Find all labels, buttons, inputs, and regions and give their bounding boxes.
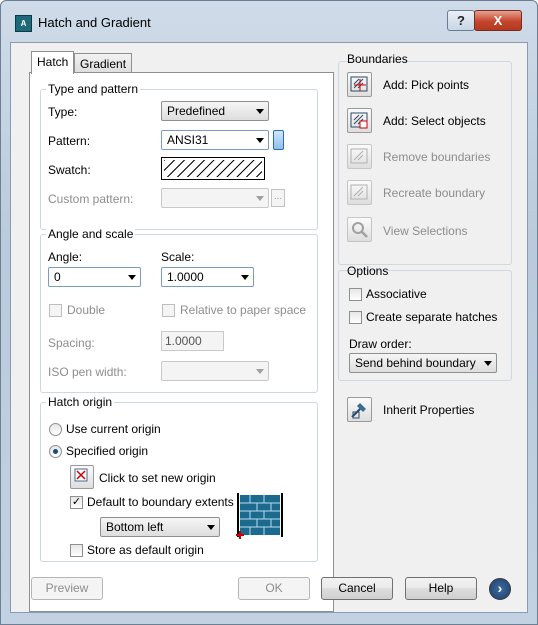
separate-hatches-checkbox[interactable]	[349, 311, 362, 324]
magnifier-icon	[352, 222, 368, 238]
use-current-origin-radio[interactable]	[49, 423, 62, 436]
use-current-origin-label: Use current origin	[66, 422, 161, 436]
double-label: Double	[67, 303, 106, 317]
pick-points-icon	[350, 76, 368, 92]
hatch-gradient-dialog: A Hatch and Gradient ? X Hatch Gradient …	[0, 0, 538, 625]
window-title: Hatch and Gradient	[38, 15, 151, 30]
type-label: Type:	[48, 105, 78, 119]
chevron-down-icon	[256, 369, 264, 374]
ok-button[interactable]: OK	[238, 577, 310, 600]
angle-scale-title: Angle and scale	[46, 227, 136, 241]
scale-value: 1.0000	[167, 270, 204, 284]
tab-gradient[interactable]: Gradient	[74, 53, 133, 74]
pattern-value: ANSI31	[167, 133, 209, 147]
more-options-button[interactable]: ›	[489, 578, 511, 600]
spacing-label: Spacing:	[48, 336, 95, 350]
chevron-down-icon	[241, 275, 249, 280]
set-origin-button[interactable]	[70, 465, 94, 489]
help-button[interactable]: Help	[405, 577, 477, 600]
chevron-down-icon	[256, 138, 264, 143]
custom-pattern-browse-button[interactable]: ...	[271, 189, 285, 207]
inherit-properties-button[interactable]	[347, 397, 372, 422]
close-button[interactable]: X	[474, 10, 522, 31]
pattern-swatch[interactable]	[161, 157, 265, 180]
scale-dropdown[interactable]: 1.0000	[161, 267, 254, 287]
hatch-tab-panel: Type and pattern Type: Predefined Patter…	[29, 72, 334, 612]
recreate-boundary-button[interactable]	[347, 180, 372, 205]
pick-points-button[interactable]	[347, 72, 372, 97]
separate-hatches-label: Create separate hatches	[366, 310, 498, 324]
type-value: Predefined	[167, 104, 226, 118]
origin-preview-icon	[236, 493, 283, 539]
associative-label: Associative	[366, 287, 427, 301]
remove-boundaries-button[interactable]	[347, 144, 372, 169]
swatch-label: Swatch:	[48, 163, 91, 177]
hatch-swatch-preview	[164, 160, 262, 177]
set-origin-label: Click to set new origin	[99, 471, 216, 485]
spacing-input[interactable]: 1.0000	[161, 331, 224, 351]
draw-order-value: Send behind boundary	[355, 356, 476, 370]
remove-boundaries-label: Remove boundaries	[383, 150, 491, 164]
default-boundary-extents-checkbox[interactable]: ✓	[70, 496, 83, 509]
type-pattern-title: Type and pattern	[46, 82, 141, 96]
angle-dropdown[interactable]: 0	[48, 267, 141, 287]
recreate-boundary-icon	[350, 184, 368, 200]
pattern-dropdown[interactable]: ANSI31	[161, 130, 269, 150]
angle-label: Angle:	[48, 250, 83, 264]
select-objects-icon	[350, 112, 368, 129]
chevron-down-icon	[256, 109, 264, 114]
inherit-properties-label: Inherit Properties	[383, 403, 475, 417]
iso-pen-width-dropdown[interactable]	[161, 361, 269, 381]
set-origin-icon	[74, 468, 88, 482]
custom-pattern-label: Custom pattern:	[48, 192, 134, 206]
recreate-boundary-label: Recreate boundary	[383, 186, 486, 200]
store-default-origin-label: Store as default origin	[87, 543, 204, 557]
iso-pen-width-label: ISO pen width:	[48, 365, 127, 379]
pick-points-label: Add: Pick points	[383, 78, 470, 92]
double-checkbox[interactable]	[49, 304, 62, 317]
specified-origin-radio[interactable]	[49, 445, 62, 458]
chevron-down-icon	[128, 275, 136, 280]
view-selections-button[interactable]	[347, 217, 372, 242]
cancel-button[interactable]: Cancel	[321, 577, 393, 600]
dialog-body: Hatch Gradient Type and pattern Type: Pr…	[10, 42, 528, 613]
default-boundary-extents-label: Default to boundary extents	[87, 495, 234, 509]
remove-boundaries-icon	[350, 148, 368, 164]
pattern-label: Pattern:	[48, 134, 91, 148]
draw-order-dropdown[interactable]: Send behind boundary	[349, 353, 497, 373]
view-selections-label: View Selections	[383, 224, 468, 238]
tab-hatch[interactable]: Hatch	[31, 51, 75, 74]
draw-order-label: Draw order:	[349, 337, 412, 351]
associative-checkbox[interactable]	[349, 288, 362, 301]
preview-button[interactable]: Preview	[31, 577, 103, 600]
store-default-origin-checkbox[interactable]	[70, 544, 83, 557]
pattern-browse-icon[interactable]	[273, 130, 284, 150]
hatch-origin-title: Hatch origin	[46, 395, 115, 409]
angle-value: 0	[54, 270, 61, 284]
scale-label: Scale:	[161, 250, 195, 264]
boundaries-title: Boundaries	[347, 52, 408, 66]
autocad-app-icon: A	[15, 15, 32, 32]
inherit-properties-icon	[351, 403, 366, 419]
custom-pattern-dropdown[interactable]	[161, 188, 269, 208]
options-title: Options	[347, 264, 389, 278]
specified-origin-label: Specified origin	[66, 444, 149, 458]
relative-paper-space-label: Relative to paper space	[180, 303, 307, 317]
chevron-down-icon	[256, 196, 264, 201]
help-title-button[interactable]: ?	[447, 10, 475, 31]
origin-position-value: Bottom left	[106, 520, 164, 534]
chevron-down-icon	[484, 361, 492, 366]
select-objects-label: Add: Select objects	[383, 114, 486, 128]
title-bar[interactable]: A Hatch and Gradient ? X	[1, 1, 537, 43]
relative-paper-space-checkbox[interactable]	[162, 304, 175, 317]
chevron-down-icon	[207, 525, 215, 530]
origin-position-dropdown[interactable]: Bottom left	[100, 517, 220, 537]
select-objects-button[interactable]	[347, 108, 372, 133]
type-dropdown[interactable]: Predefined	[161, 101, 269, 121]
